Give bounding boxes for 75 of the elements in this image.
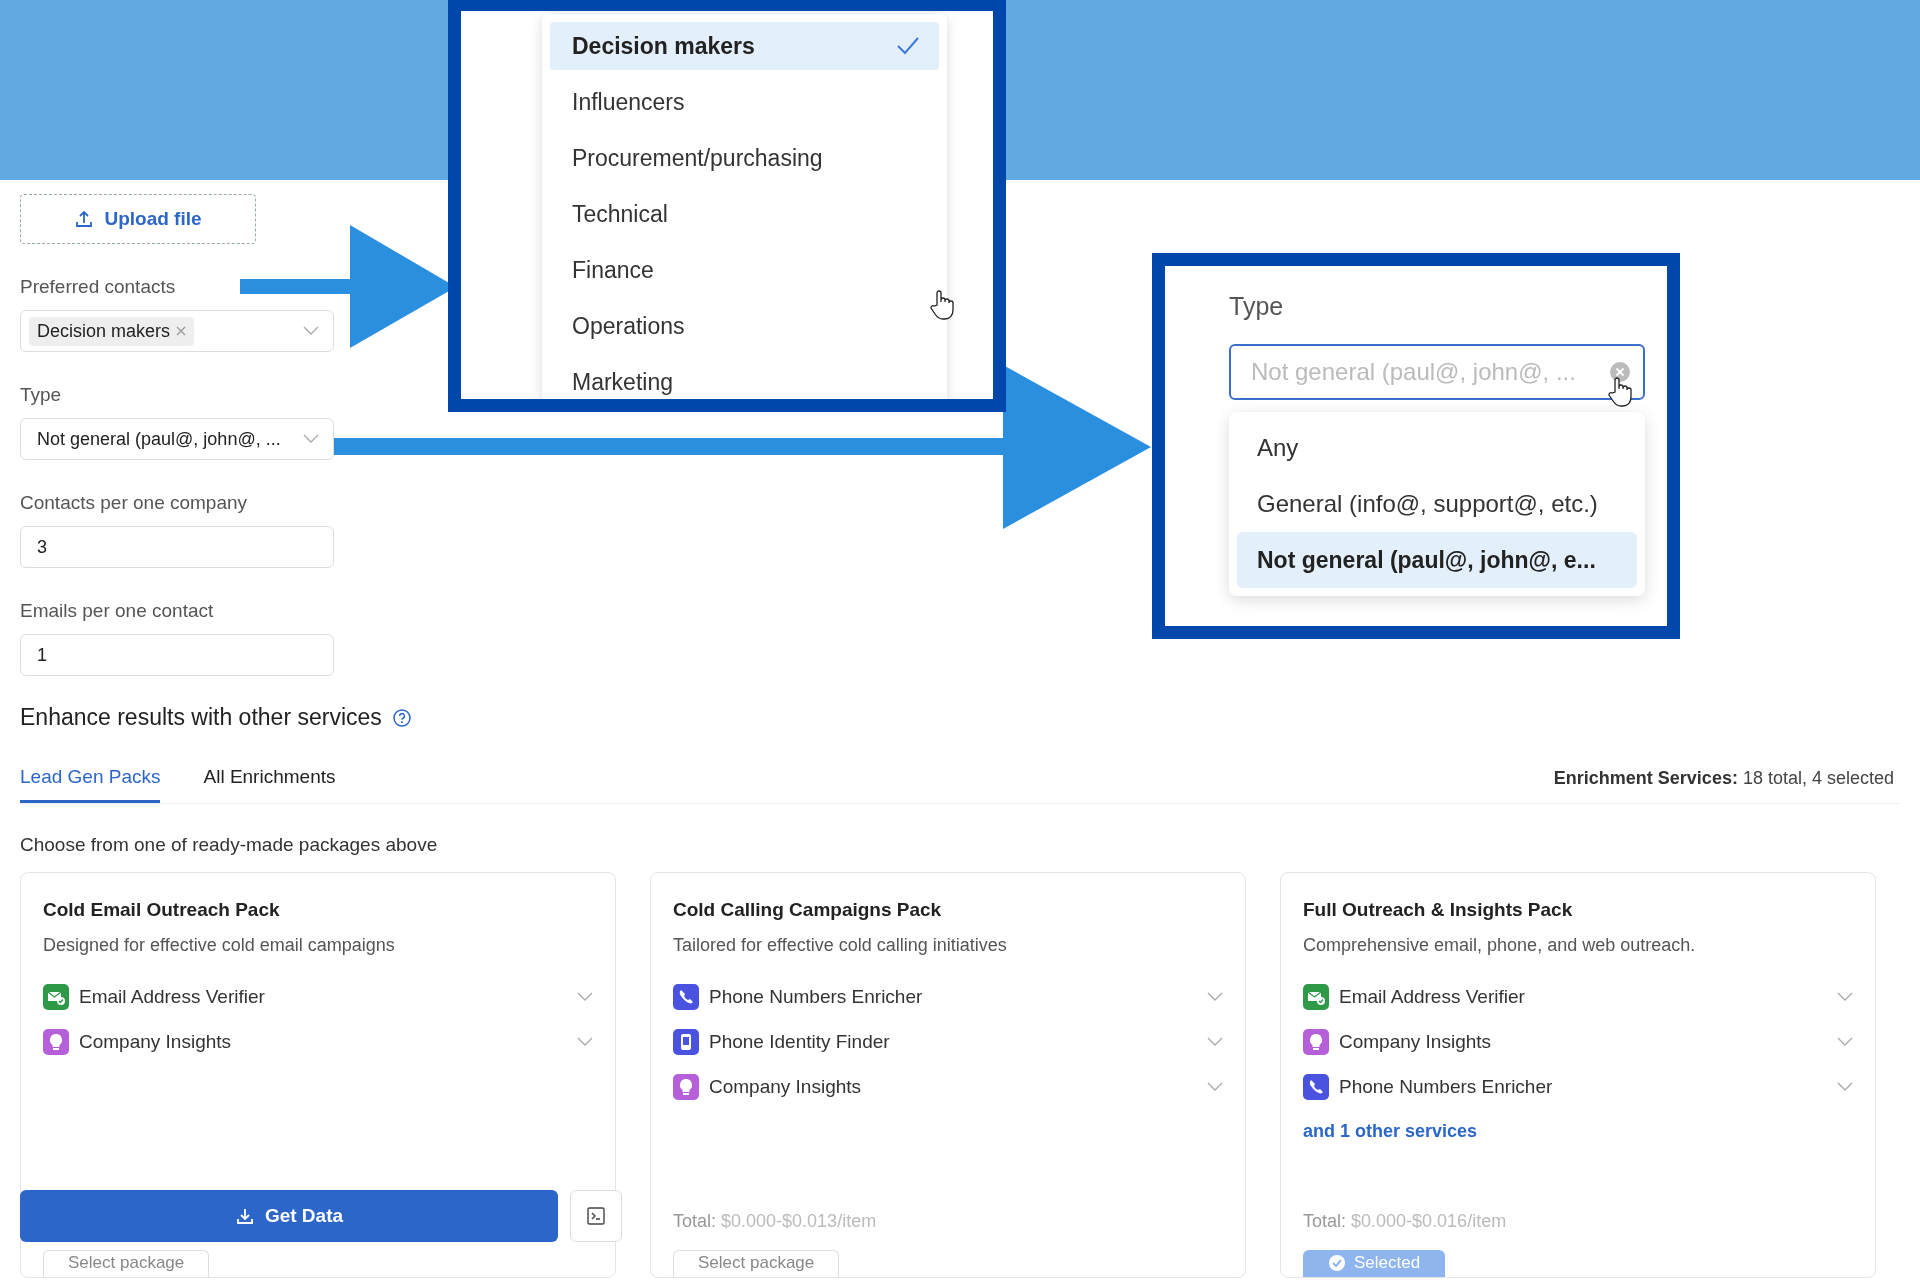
field-label: Preferred contacts [20,276,177,298]
envelope-icon [43,983,69,1010]
price-total: Total: $0.000-$0.013/item [673,1211,878,1232]
field-label: Emails per one contact [20,600,215,622]
service-row[interactable]: Phone Identity Finder [673,1019,1223,1064]
select-package-button[interactable]: Select package [673,1250,840,1277]
menu-option[interactable]: Technical [550,190,939,238]
phone-icon [1303,1073,1329,1100]
chevron-down-icon [303,326,319,336]
tab[interactable]: Lead Gen Packs [20,753,161,803]
remove-icon [176,326,187,336]
chevron-down-icon [1207,1081,1223,1092]
chevron-down-icon [1837,1081,1853,1092]
clear-icon [1609,361,1631,383]
lightbulb-icon [43,1028,69,1055]
chevron-down-icon [303,434,319,444]
service-row[interactable]: Email Address Verifier [1303,974,1853,1019]
lightbulb-icon [1303,1028,1329,1055]
service-row[interactable]: Phone Numbers Enricher [673,974,1223,1019]
help-icon [391,707,412,728]
service-row[interactable]: Company Insights [43,1019,593,1064]
get-data-button[interactable]: Get Data [20,1190,558,1242]
select-field[interactable]: Not general (paul@, john@, ... [1229,344,1645,400]
menu-option[interactable]: Marketing [550,358,939,399]
card-description: Designed for effective cold email campaigns [43,935,396,956]
console-button[interactable] [570,1190,622,1242]
tag: Decision makers [29,316,195,346]
menu-option[interactable]: Procurement/purchasing [550,134,939,182]
card-description: Comprehensive email, phone, and web outreach. [1303,935,1697,956]
menu-option[interactable]: Decision makers [550,22,939,70]
more-services-link[interactable]: and 1 other services [1303,1121,1853,1142]
menu-option[interactable]: Influencers [550,78,939,126]
menu-option[interactable]: Any [1237,420,1637,476]
price-total: Total: $0.000-$0.016/item [1303,1211,1508,1232]
service-row[interactable]: Email Address Verifier [43,974,593,1019]
phone-icon [673,983,699,1010]
download-icon [234,1206,255,1226]
input-field[interactable]: 1 [20,634,334,676]
section-title: Enhance results with other services [20,704,382,731]
card-title: Full Outreach & Insights Pack [1303,899,1574,921]
menu-option[interactable]: Finance [550,246,939,294]
mobile-phone-icon [673,1028,699,1055]
card-description: Tailored for effective cold calling initiatives [673,935,1008,956]
service-row[interactable]: Company Insights [1303,1019,1853,1064]
chevron-down-icon [1207,1036,1223,1047]
field-label: Contacts per one company [20,492,249,514]
menu-option[interactable]: Not general (paul@, john@, e... [1237,532,1637,588]
service-row[interactable]: Company Insights [673,1064,1223,1109]
services-summary: Enrichment Services: 18 total, 4 selected [1553,767,1894,789]
chevron-down-icon [1837,1036,1853,1047]
upload-button[interactable]: Upload file [20,194,256,244]
check-icon [897,37,919,55]
upload-icon [74,209,95,229]
chevron-down-icon [577,991,593,1002]
card-title: Cold Email Outreach Pack [43,899,281,921]
hand-cursor-icon [1607,376,1633,408]
tab[interactable]: All Enrichments [203,753,336,803]
lightbulb-icon [673,1073,699,1100]
input-field[interactable]: 3 [20,526,334,568]
menu-option[interactable]: Operations [550,302,939,350]
service-row[interactable]: Phone Numbers Enricher [1303,1064,1853,1109]
chevron-down-icon [1207,991,1223,1002]
field-label: Type [1229,292,1284,321]
card-title: Cold Calling Campaigns Pack [673,899,943,921]
hint-text: Choose from one of ready-made packages above [20,834,439,856]
field-label: Type [20,384,63,406]
chevron-down-icon [577,1036,593,1047]
menu-option[interactable]: General (info@, support@, etc.) [1237,476,1637,532]
select-field[interactable]: Not general (paul@, john@, ... [20,418,334,460]
chevron-down-icon [1837,991,1853,1002]
select-package-button[interactable]: Select package [43,1250,210,1277]
envelope-icon [1303,983,1329,1010]
terminal-icon [586,1206,606,1226]
check-circle-icon [1328,1254,1346,1272]
select-field[interactable]: Decision makers [20,310,334,352]
